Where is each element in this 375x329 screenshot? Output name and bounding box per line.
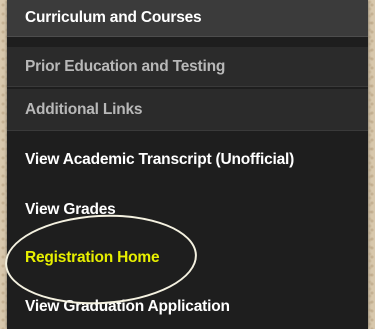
link-registration-home[interactable]: Registration Home (7, 241, 368, 275)
link-view-academic-transcript[interactable]: View Academic Transcript (Unofficial) (7, 143, 368, 177)
link-view-graduation-application[interactable]: View Graduation Application (7, 290, 368, 324)
menu-section-additional-links[interactable]: Additional Links (7, 89, 368, 131)
navigation-menu: Curriculum and Courses Prior Education a… (7, 0, 368, 329)
menu-section-prior-education-and-testing[interactable]: Prior Education and Testing (7, 47, 368, 87)
link-view-grades[interactable]: View Grades (7, 193, 368, 227)
menu-section-curriculum-and-courses[interactable]: Curriculum and Courses (7, 0, 368, 37)
